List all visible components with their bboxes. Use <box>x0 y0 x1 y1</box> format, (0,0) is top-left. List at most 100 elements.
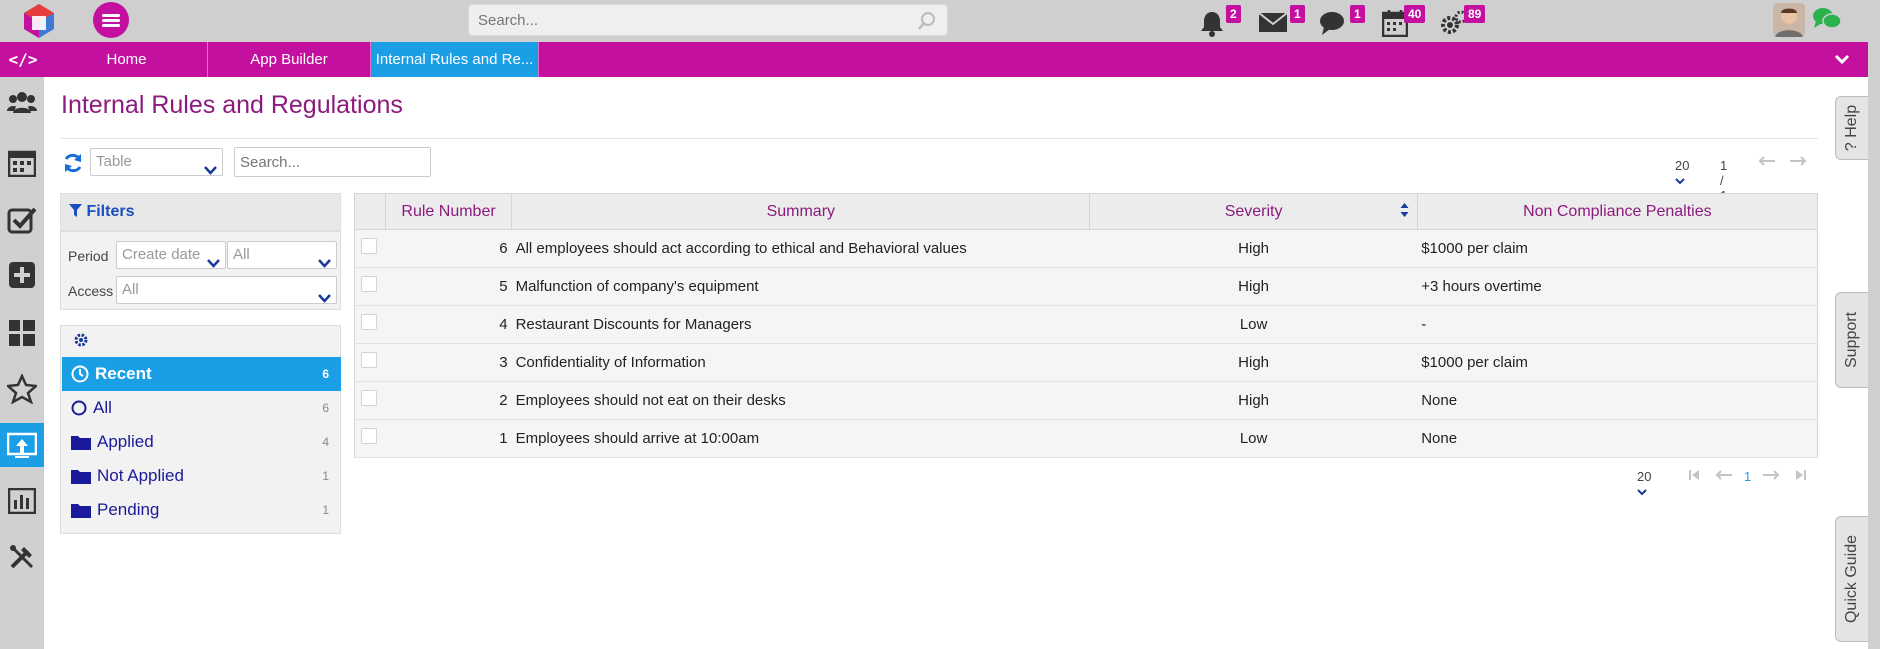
per-page-select[interactable]: 20 <box>1675 158 1689 188</box>
search-icon[interactable] <box>917 11 937 36</box>
gear-icon[interactable] <box>73 332 89 353</box>
table-row[interactable]: 3 Confidentiality of Information High $1… <box>354 343 1818 382</box>
chevron-down-icon[interactable] <box>1834 52 1850 70</box>
chevron-down-icon <box>207 251 220 277</box>
top-bar: 2 1 1 40 89 <box>0 0 1880 42</box>
severity-cell: High <box>1089 267 1418 306</box>
sidebar-item-users[interactable] <box>0 80 44 124</box>
sidebar-item-tasks[interactable] <box>0 198 44 242</box>
table-header-row: Rule Number Summary Severity Non Complia… <box>354 193 1819 230</box>
tab-internal-rules[interactable]: Internal Rules and Re... <box>371 42 539 77</box>
sidebar-item-tools[interactable] <box>0 535 44 579</box>
quick-guide-tab[interactable]: Quick Guide <box>1835 516 1868 642</box>
row-checkbox[interactable] <box>361 390 377 406</box>
last-page-icon[interactable] <box>1795 468 1807 485</box>
row-checkbox[interactable] <box>361 352 377 368</box>
table-row[interactable]: 1 Employees should arrive at 10:00am Low… <box>354 419 1818 458</box>
bottom-per-page-value: 20 <box>1637 469 1652 484</box>
table-search[interactable] <box>234 147 431 177</box>
prev-page-icon[interactable] <box>1715 468 1733 485</box>
messages-button[interactable]: 1 <box>1258 5 1308 39</box>
rule-number-cell: 1 <box>385 419 512 458</box>
row-checkbox[interactable] <box>361 314 377 330</box>
view-item-not-applied[interactable]: Not Applied 1 <box>62 459 341 493</box>
clock-icon <box>71 365 89 383</box>
table-row[interactable]: 4 Restaurant Discounts for Managers Low … <box>354 305 1818 344</box>
view-item-recent[interactable]: Recent 6 <box>62 357 341 391</box>
table-search-input[interactable] <box>235 148 430 176</box>
dashboard-icon <box>9 320 35 346</box>
table-row[interactable]: 6 All employees should act according to … <box>354 229 1818 268</box>
sidebar-item-dashboard[interactable] <box>0 311 44 355</box>
tab-home[interactable]: Home <box>46 42 208 77</box>
help-tab[interactable]: ? Help <box>1835 96 1868 160</box>
row-checkbox[interactable] <box>361 276 377 292</box>
period-value-select[interactable]: All <box>227 241 337 269</box>
sidebar-item-add[interactable] <box>0 253 44 297</box>
view-item-count: 6 <box>322 367 329 381</box>
row-checkbox[interactable] <box>361 238 377 254</box>
tasks-count: 89 <box>1464 5 1486 23</box>
view-type-select[interactable]: Table <box>90 148 223 176</box>
calendar-count: 40 <box>1404 5 1426 23</box>
support-tab[interactable]: Support <box>1835 292 1868 388</box>
penalty-cell: $1000 per claim <box>1417 229 1818 268</box>
severity-cell: High <box>1089 229 1418 268</box>
view-item-count: 1 <box>322 469 329 483</box>
severity-cell: High <box>1089 381 1418 420</box>
tasks-button[interactable]: 89 <box>1440 5 1490 39</box>
bell-icon <box>1201 12 1223 37</box>
table-row[interactable]: 2 Employees should not eat on their desk… <box>354 381 1818 420</box>
global-search[interactable] <box>468 4 948 36</box>
severity-cell: High <box>1089 343 1418 382</box>
sort-icon[interactable] <box>1400 202 1409 223</box>
notifications-button[interactable]: 2 <box>1198 5 1248 39</box>
column-header-rule-number[interactable]: Rule Number <box>385 193 513 230</box>
star-icon <box>7 374 37 404</box>
next-page-icon[interactable] <box>1762 468 1780 485</box>
row-checkbox[interactable] <box>361 428 377 444</box>
folder-icon <box>71 470 91 484</box>
user-avatar[interactable] <box>1773 3 1805 37</box>
column-header-severity[interactable]: Severity <box>1089 193 1418 230</box>
code-icon[interactable]: </> <box>0 42 46 77</box>
rules-table: Rule Number Summary Severity Non Complia… <box>354 193 1819 458</box>
main-menu-button[interactable] <box>93 2 129 38</box>
notifications-count: 2 <box>1226 5 1241 23</box>
chat-button[interactable]: 1 <box>1318 5 1368 39</box>
chevron-down-icon <box>204 158 217 184</box>
view-item-applied[interactable]: Applied 4 <box>62 425 341 459</box>
column-header-summary[interactable]: Summary <box>511 193 1091 230</box>
view-item-count: 4 <box>322 435 329 449</box>
current-page[interactable]: 1 <box>1744 469 1751 484</box>
refresh-button[interactable] <box>62 152 84 179</box>
first-page-icon[interactable] <box>1688 468 1700 485</box>
live-chat-icon[interactable] <box>1812 6 1842 37</box>
sidebar-item-reports[interactable] <box>0 479 44 523</box>
penalty-cell: $1000 per claim <box>1417 343 1818 382</box>
calendar-button[interactable]: 40 <box>1382 5 1432 39</box>
bottom-per-page-select[interactable]: 20 <box>1637 469 1651 499</box>
filters-header[interactable]: Filters <box>60 193 341 231</box>
sidebar-item-favorites[interactable] <box>0 367 44 411</box>
left-sidebar <box>0 77 44 649</box>
sidebar-item-apps[interactable] <box>0 423 44 467</box>
folder-icon <box>71 436 91 450</box>
access-select[interactable]: All <box>116 276 337 304</box>
chevron-down-icon <box>318 251 331 277</box>
global-search-input[interactable] <box>469 5 909 35</box>
penalty-cell: None <box>1417 381 1818 420</box>
prev-arrow-icon[interactable] <box>1758 154 1776 171</box>
view-item-all[interactable]: All 6 <box>62 391 341 425</box>
upload-screen-icon <box>7 432 37 458</box>
sidebar-item-calendar[interactable] <box>0 140 44 184</box>
severity-cell: Low <box>1089 305 1418 344</box>
table-row[interactable]: 5 Malfunction of company's equipment Hig… <box>354 267 1818 306</box>
tab-app-builder[interactable]: App Builder <box>208 42 371 77</box>
app-logo[interactable] <box>20 2 58 40</box>
column-header-penalties[interactable]: Non Compliance Penalties <box>1417 193 1819 230</box>
period-field-select[interactable]: Create date <box>116 241 226 269</box>
view-item-count: 1 <box>322 503 329 517</box>
view-item-pending[interactable]: Pending 1 <box>62 493 341 527</box>
next-arrow-icon[interactable] <box>1789 154 1807 171</box>
